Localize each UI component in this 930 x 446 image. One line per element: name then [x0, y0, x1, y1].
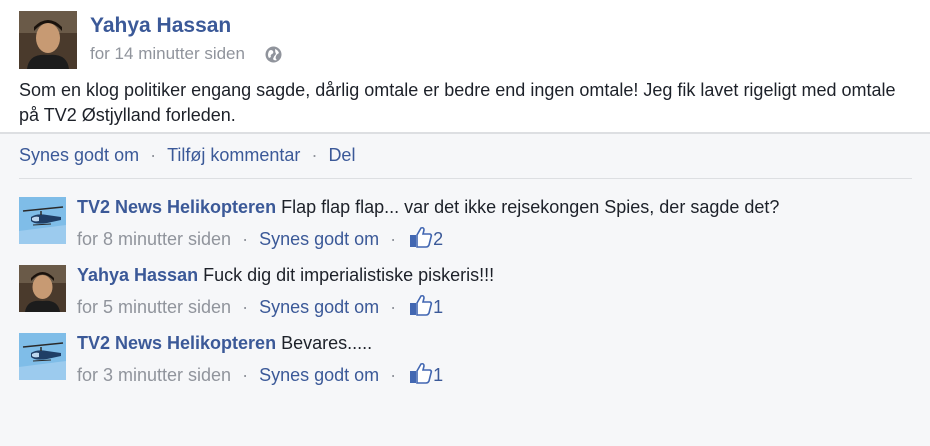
post-card: Yahya Hassan for 14 minutter siden Som e…: [0, 0, 930, 134]
comment-meta: for 3 minutter siden · Synes godt om · 1: [77, 362, 443, 386]
comment-meta: for 5 minutter siden · Synes godt om · 1: [77, 294, 443, 318]
thumbs-up-icon: [410, 362, 433, 384]
separator: ·: [390, 365, 397, 385]
separator: ·: [390, 297, 397, 317]
share-link[interactable]: Del: [328, 145, 355, 166]
comment-text: Bevares.....: [281, 333, 373, 353]
comment: TV2 News Helikopteren Flap flap flap... …: [0, 197, 930, 257]
comment-text: Flap flap flap... var det ikke rejsekong…: [281, 197, 780, 217]
comment-line: TV2 News Helikopteren Flap flap flap... …: [77, 197, 779, 218]
comment-author[interactable]: Yahya Hassan: [77, 265, 198, 285]
comment-timestamp[interactable]: for 8 minutter siden: [77, 229, 231, 249]
helicopter-avatar[interactable]: [19, 197, 66, 244]
comment-like-link[interactable]: Synes godt om: [259, 297, 379, 317]
author-avatar[interactable]: [19, 11, 77, 69]
separator: ·: [242, 365, 249, 385]
comment: Yahya Hassan Fuck dig dit imperialistisk…: [0, 265, 930, 325]
comment-text: Fuck dig dit imperialistiske piskeris!!!: [203, 265, 495, 285]
globe-icon: [265, 46, 282, 63]
comment-like-count[interactable]: 1: [433, 365, 443, 385]
comment-like-link[interactable]: Synes godt om: [259, 365, 379, 385]
separator: ·: [242, 229, 249, 249]
like-link[interactable]: Synes godt om: [19, 145, 139, 166]
comment-timestamp[interactable]: for 5 minutter siden: [77, 297, 231, 317]
author-avatar[interactable]: [19, 265, 66, 312]
comment-meta: for 8 minutter siden · Synes godt om · 2: [77, 226, 443, 250]
post-actions: Synes godt om · Tilføj kommentar · Del: [19, 145, 355, 166]
comment-like-count[interactable]: 2: [433, 229, 443, 249]
comment-author[interactable]: TV2 News Helikopteren: [77, 333, 276, 353]
post-timestamp[interactable]: for 14 minutter siden: [90, 44, 245, 64]
thumbs-up-icon: [410, 294, 433, 316]
post-author-name[interactable]: Yahya Hassan: [90, 14, 231, 38]
separator: ·: [390, 229, 397, 249]
comment-link[interactable]: Tilføj kommentar: [167, 145, 300, 166]
post-text: Som en klog politiker engang sagde, dårl…: [19, 80, 896, 125]
comment-like-count[interactable]: 1: [433, 297, 443, 317]
thumbs-up-icon: [410, 226, 433, 248]
divider: [19, 178, 912, 179]
separator: ·: [150, 145, 157, 165]
comment-author[interactable]: TV2 News Helikopteren: [77, 197, 276, 217]
comment-line: Yahya Hassan Fuck dig dit imperialistisk…: [77, 265, 494, 286]
comment-timestamp[interactable]: for 3 minutter siden: [77, 365, 231, 385]
comment: TV2 News Helikopteren Bevares..... for 3…: [0, 333, 930, 393]
separator: ·: [242, 297, 249, 317]
separator: ·: [311, 145, 318, 165]
helicopter-avatar[interactable]: [19, 333, 66, 380]
comment-line: TV2 News Helikopteren Bevares.....: [77, 333, 372, 354]
comment-like-link[interactable]: Synes godt om: [259, 229, 379, 249]
